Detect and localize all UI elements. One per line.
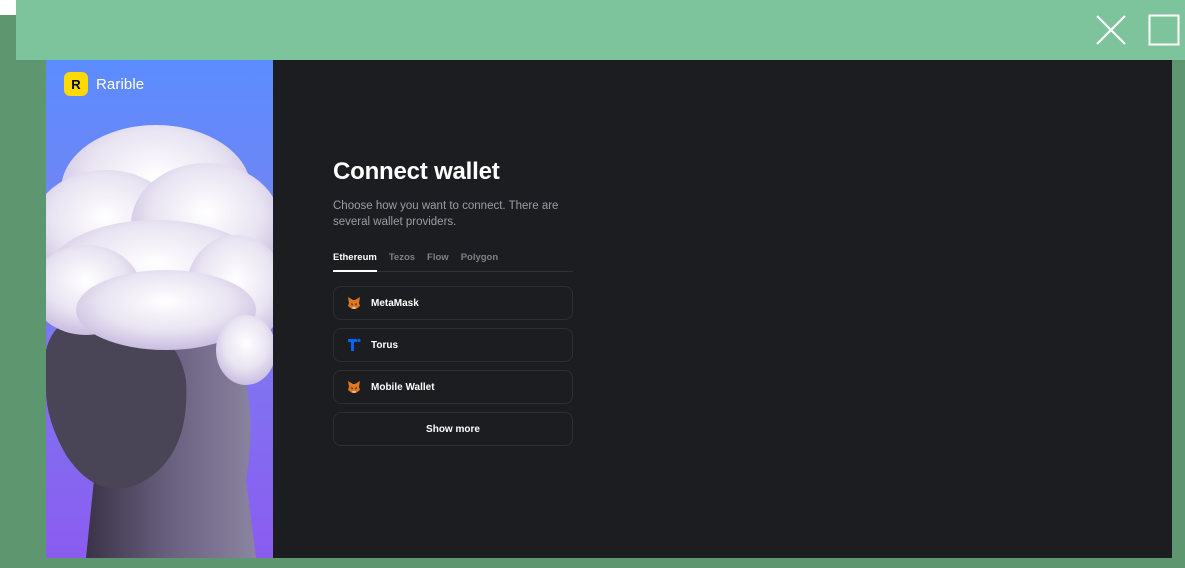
wallet-label: Mobile Wallet: [371, 381, 435, 393]
rarible-logo-icon: R: [64, 72, 88, 96]
metamask-fox-icon: [347, 380, 361, 394]
wallet-list: MetaMask Torus Mobile Wallet Show more: [333, 286, 573, 446]
connect-wallet-panel: Connect wallet Choose how you want to co…: [333, 158, 573, 446]
wallet-option-metamask[interactable]: MetaMask: [333, 286, 573, 320]
tab-flow[interactable]: Flow: [427, 252, 449, 272]
hero-image: R Rarible: [46, 60, 273, 558]
brand[interactable]: R Rarible: [64, 72, 144, 96]
maximize-icon[interactable]: [1148, 14, 1180, 46]
network-tabs: Ethereum Tezos Flow Polygon: [333, 252, 573, 272]
window-titlebar: [16, 0, 1185, 60]
brand-name: Rarible: [96, 75, 145, 93]
metamask-fox-icon: [347, 296, 361, 310]
wallet-label: MetaMask: [371, 297, 419, 309]
wallet-label: Torus: [371, 339, 399, 351]
show-more-button[interactable]: Show more: [333, 412, 573, 446]
wallet-option-mobile-wallet[interactable]: Mobile Wallet: [333, 370, 573, 404]
tab-polygon[interactable]: Polygon: [461, 252, 498, 272]
page-subtitle: Choose how you want to connect. There ar…: [333, 200, 559, 228]
tab-tezos[interactable]: Tezos: [389, 252, 415, 272]
app-window: R Rarible Connect wallet Choose how you …: [46, 60, 1172, 558]
page-title: Connect wallet: [333, 158, 500, 185]
close-icon[interactable]: [1095, 14, 1127, 46]
wallet-option-torus[interactable]: Torus: [333, 328, 573, 362]
torus-icon: [347, 338, 361, 352]
tab-ethereum[interactable]: Ethereum: [333, 252, 377, 272]
